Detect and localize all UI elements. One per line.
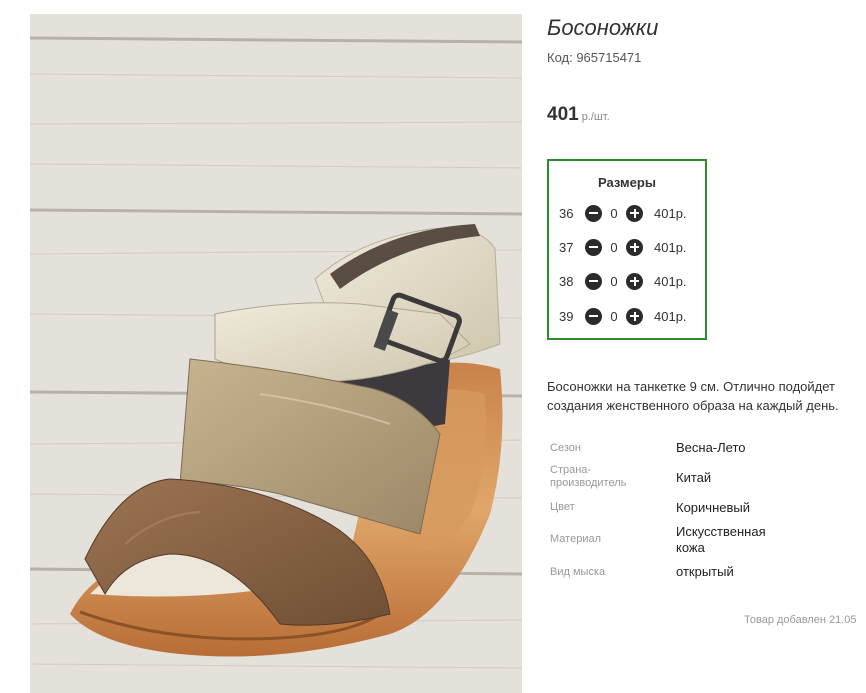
product-code: Код: 965715471 xyxy=(547,50,642,65)
size-sum: 401р. xyxy=(654,308,687,324)
size-row: 39 0 401р. xyxy=(559,306,687,326)
description-line: Босоножки на танкетке 9 см. Отлично подо… xyxy=(547,379,835,394)
increase-button[interactable] xyxy=(626,272,643,290)
sandal-illustration xyxy=(30,14,522,693)
size-sum: 401р. xyxy=(654,239,687,255)
size-quantity: 0 xyxy=(610,239,618,255)
added-date: Товар добавлен 21.05 xyxy=(744,614,857,626)
product-title: Босоножки xyxy=(547,15,659,40)
size-number: 39 xyxy=(559,308,574,324)
increase-button[interactable] xyxy=(626,307,643,325)
property-label-color: Цвет xyxy=(550,501,575,513)
size-number: 36 xyxy=(559,205,574,221)
property-label-material: Материал xyxy=(550,533,601,545)
size-number: 38 xyxy=(559,273,574,289)
increase-button[interactable] xyxy=(626,204,643,222)
size-quantity: 0 xyxy=(610,308,618,324)
description-line: создания женственного образа на каждый д… xyxy=(547,398,839,413)
size-sum: 401р. xyxy=(654,205,687,221)
property-value-country: Китай xyxy=(676,470,712,485)
sizes-title: Размеры xyxy=(598,175,656,190)
property-value-season: Весна-Лето xyxy=(676,440,746,455)
size-number: 37 xyxy=(559,239,574,255)
size-quantity: 0 xyxy=(610,273,618,289)
decrease-button[interactable] xyxy=(585,307,602,325)
minus-icon xyxy=(589,212,598,214)
property-label-country: Страна- производитель xyxy=(550,464,627,489)
product-description: Босоножки на танкетке 9 см. Отлично подо… xyxy=(547,377,866,415)
property-value-toe: открытый xyxy=(676,564,734,579)
size-row: 37 0 401р. xyxy=(559,237,687,257)
sizes-box: Размеры 36 0 401р. 37 0 401р. 38 0 401р.… xyxy=(547,159,707,340)
property-label-season: Сезон xyxy=(550,442,581,454)
size-row: 36 0 401р. xyxy=(559,203,687,223)
size-sum: 401р. xyxy=(654,273,687,289)
increase-button[interactable] xyxy=(626,238,643,256)
product-info: Босоножки Код: 965715471 401 р./шт. Разме… xyxy=(547,0,866,693)
price-value: 401 xyxy=(547,104,579,125)
minus-icon xyxy=(589,246,598,248)
price-unit: р./шт. xyxy=(581,111,610,123)
property-label-toe: Вид мыска xyxy=(550,566,606,578)
decrease-button[interactable] xyxy=(585,238,602,256)
product-photo xyxy=(30,14,522,693)
property-value-material: Искусственная кожа xyxy=(676,524,766,555)
property-value-color: Коричневый xyxy=(676,500,750,515)
decrease-button[interactable] xyxy=(585,272,602,290)
minus-icon xyxy=(589,280,598,282)
minus-icon xyxy=(589,315,598,317)
product-page: Босоножки Код: 965715471 401 р./шт. Разме… xyxy=(0,0,866,693)
price: 401 р./шт. xyxy=(547,104,610,126)
size-row: 38 0 401р. xyxy=(559,271,687,291)
size-quantity: 0 xyxy=(610,205,618,221)
decrease-button[interactable] xyxy=(585,204,602,222)
